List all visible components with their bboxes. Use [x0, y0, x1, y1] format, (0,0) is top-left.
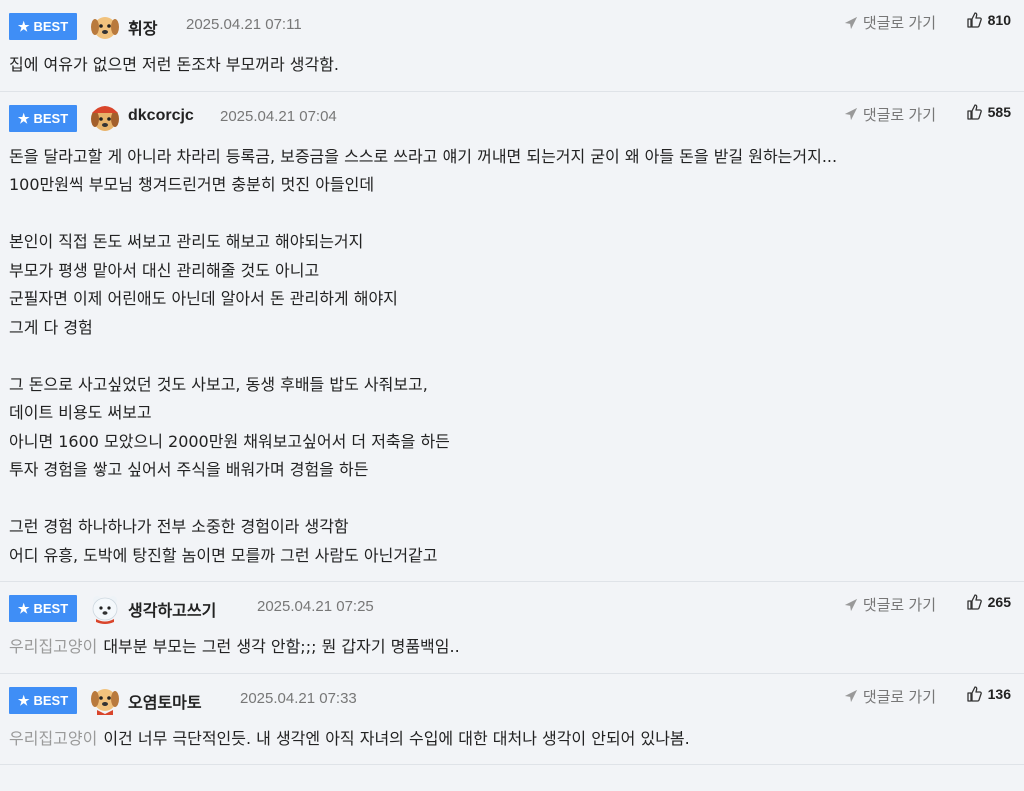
like-button[interactable]: 585	[966, 104, 1011, 120]
comment-body: 집에 여유가 없으면 저런 돈조차 부모꺼라 생각함.	[9, 55, 340, 74]
comment-item: ★ BEST 생각하고쓰기 2025.04.21 07:25 댓글로 가기 26…	[0, 582, 1024, 674]
comment-body: 대부분 부모는 그런 생각 안함;;; 뭔 갑자기 명품백임..	[103, 637, 460, 656]
comment-text: 돈을 달라고할 게 아니라 차라리 등록금, 보증금을 스스로 쓰라고 얘기 꺼…	[9, 143, 1024, 582]
comment-item: ★ BEST 오염토마토 2025.04.21 07:33 댓글로 가기 136…	[0, 674, 1024, 765]
comment-header: ★ BEST dkcorcjc 2025.04.21 07:04 댓글로 가기 …	[9, 92, 1024, 144]
star-icon: ★	[17, 110, 30, 126]
comment-author[interactable]: 휘장	[128, 15, 157, 39]
send-arrow-icon	[844, 598, 857, 611]
reply-to-user[interactable]: 우리집고양이	[9, 729, 97, 748]
send-arrow-icon	[844, 16, 857, 29]
comment-timestamp: 2025.04.21 07:04	[220, 107, 337, 125]
comment-item: ★ BEST 휘장 2025.04.21 07:11 댓글로 가기 810 집에…	[0, 0, 1024, 92]
best-label: BEST	[33, 692, 69, 708]
star-icon: ★	[17, 19, 30, 34]
thumbs-up-icon	[966, 685, 982, 702]
comment-text: 우리집고양이 대부분 부모는 그런 생각 안함;;; 뭔 갑자기 명품백임..	[9, 633, 1024, 673]
comment-header: ★ BEST 생각하고쓰기 2025.04.21 07:25 댓글로 가기 26…	[9, 582, 1024, 634]
like-button[interactable]: 265	[966, 594, 1011, 610]
dog-avatar-icon[interactable]	[88, 101, 122, 135]
best-badge: ★ BEST	[9, 686, 77, 714]
thumbs-up-icon	[966, 594, 982, 610]
thumbs-up-icon	[966, 103, 982, 120]
best-label: BEST	[33, 110, 69, 126]
comment-author[interactable]: 오염토마토	[128, 689, 202, 713]
best-badge: ★ BEST	[9, 13, 77, 40]
comment-body: 돈을 달라고할 게 아니라 차라리 등록금, 보증금을 스스로 쓰라고 얘기 꺼…	[9, 146, 838, 565]
best-badge: ★ BEST	[9, 104, 77, 132]
comment-author[interactable]: 생각하고쓰기	[128, 597, 216, 621]
comment-timestamp: 2025.04.21 07:11	[186, 16, 302, 33]
polar-bear-avatar-icon[interactable]	[88, 591, 122, 625]
comment-text: 우리집고양이 이건 너무 극단적인듯. 내 생각엔 아직 자녀의 수입에 대한 대…	[9, 725, 1024, 765]
comment-header: ★ BEST 오염토마토 2025.04.21 07:33 댓글로 가기 136	[9, 674, 1024, 726]
dog-avatar-icon[interactable]	[88, 683, 122, 717]
like-button[interactable]: 810	[966, 12, 1011, 28]
comment-author[interactable]: dkcorcjc	[128, 107, 194, 125]
best-badge: ★ BEST	[9, 595, 77, 622]
comment-header: ★ BEST 휘장 2025.04.21 07:11 댓글로 가기 810	[9, 0, 1024, 52]
send-arrow-icon	[844, 689, 857, 703]
reply-link[interactable]: 댓글로 가기	[844, 686, 936, 707]
like-count: 810	[987, 12, 1011, 28]
star-icon: ★	[17, 601, 30, 616]
comment-body: 이건 너무 극단적인듯. 내 생각엔 아직 자녀의 수입에 대한 대처나 생각이…	[103, 728, 690, 748]
reply-to-user[interactable]: 우리집고양이	[9, 637, 97, 656]
thumbs-up-icon	[966, 12, 982, 28]
send-arrow-icon	[844, 107, 857, 121]
best-label: BEST	[33, 19, 69, 34]
like-button[interactable]: 136	[966, 686, 1011, 702]
like-count: 265	[987, 594, 1011, 610]
reply-link[interactable]: 댓글로 가기	[844, 594, 936, 615]
comment-timestamp: 2025.04.21 07:25	[257, 598, 374, 615]
reply-link[interactable]: 댓글로 가기	[844, 12, 936, 33]
comment-text: 집에 여유가 없으면 저런 돈조차 부모꺼라 생각함.	[9, 51, 1024, 91]
reply-label: 댓글로 가기	[862, 15, 936, 32]
like-count: 136	[987, 685, 1011, 702]
dog-avatar-icon[interactable]	[88, 9, 122, 43]
reply-label: 댓글로 가기	[862, 597, 936, 614]
star-icon: ★	[17, 692, 30, 708]
reply-label: 댓글로 가기	[862, 106, 936, 124]
reply-link[interactable]: 댓글로 가기	[844, 104, 936, 125]
best-label: BEST	[33, 601, 69, 616]
comment-timestamp: 2025.04.21 07:33	[240, 689, 357, 707]
reply-label: 댓글로 가기	[862, 688, 936, 706]
comment-item: ★ BEST dkcorcjc 2025.04.21 07:04 댓글로 가기 …	[0, 92, 1024, 582]
like-count: 585	[987, 103, 1011, 120]
